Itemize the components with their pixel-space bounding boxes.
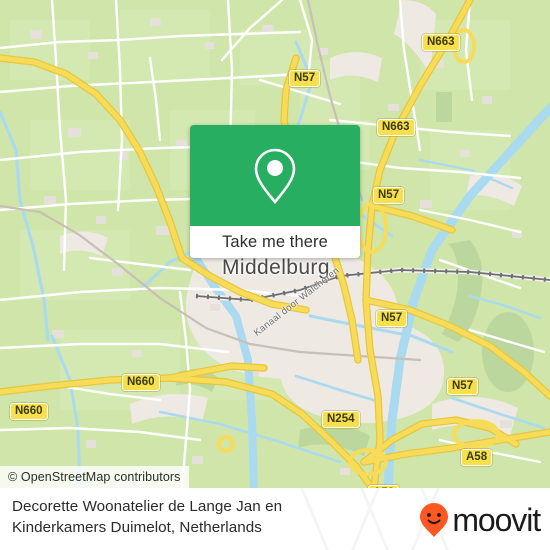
footer-bar: Decorette Woonatelier de Lange Jan en Ki… (0, 488, 550, 550)
moovit-logo[interactable]: moovit (419, 502, 541, 538)
moovit-wordmark: moovit (452, 502, 541, 538)
place-popup-card[interactable]: Take me there (190, 125, 360, 258)
map-label-city: Middelburg (222, 256, 330, 279)
road-shield: N57 (289, 70, 321, 87)
take-me-there-button[interactable]: Take me there (190, 226, 360, 258)
popup-icon-area (190, 125, 360, 226)
road-shield: A58 (461, 449, 493, 466)
road-shield: N663 (422, 34, 460, 51)
map-pin-icon (254, 148, 296, 204)
road-shield: N660 (122, 374, 160, 391)
road-shield: N663 (377, 119, 415, 136)
road-shield: N57 (376, 310, 408, 327)
caption-line-2: Kinderkamers Duimelot, Netherlands (12, 519, 262, 536)
road-shield: N57 (373, 187, 405, 204)
road-shield: N254 (322, 411, 360, 428)
moovit-smiley-pin-icon (420, 503, 449, 537)
osm-attribution[interactable]: © OpenStreetMap contributors (0, 466, 189, 488)
take-me-there-label: Take me there (222, 232, 328, 251)
screenshot-root: Middelburg Kanaal door Walcheren N663 N57… (0, 0, 550, 550)
road-shield: N57 (447, 378, 479, 395)
road-shield: N660 (10, 403, 48, 420)
place-caption: Decorette Woonatelier de Lange Jan en Ki… (12, 496, 412, 538)
caption-line-1: Decorette Woonatelier de Lange Jan en (12, 498, 283, 515)
